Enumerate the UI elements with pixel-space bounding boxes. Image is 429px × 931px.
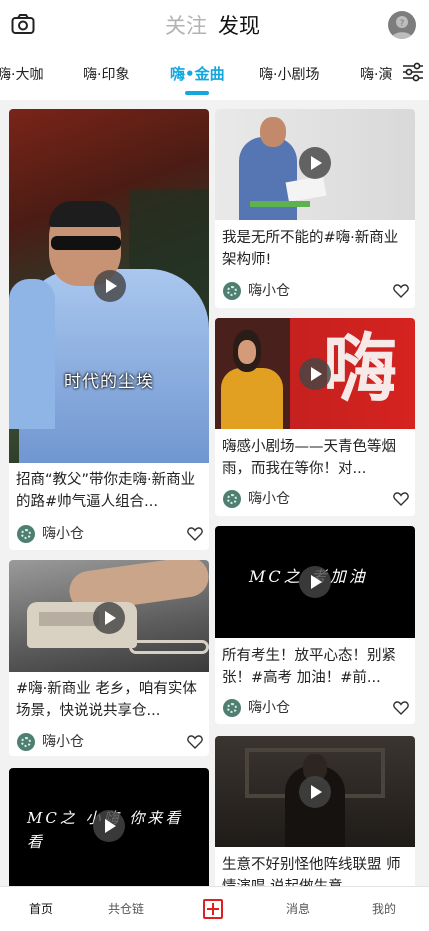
user-avatar-icon[interactable]: ? [388, 11, 416, 39]
author-avatar[interactable] [17, 525, 35, 543]
tab-discover[interactable]: 发现 [218, 13, 260, 39]
heart-icon[interactable] [187, 735, 203, 749]
svg-text:?: ? [400, 19, 405, 29]
author-avatar[interactable] [223, 490, 241, 508]
heart-icon[interactable] [187, 527, 203, 541]
play-icon[interactable] [299, 358, 331, 390]
category-tabs: 嗨·大咖 嗨·印象 嗨•金曲 嗨·小剧场 嗨·演 [0, 52, 429, 100]
video-title: 我是无所不能的#嗨·新商业 架构师! [222, 230, 399, 268]
play-icon[interactable] [299, 147, 331, 179]
heart-icon[interactable] [393, 492, 409, 506]
category-tab-yinxiang[interactable]: 嗨·印象 [83, 66, 129, 84]
video-title: 生意不好别怪他阵线联盟 师情演唱 说起做生意 [222, 857, 401, 886]
video-card[interactable]: 嗨 嗨感小剧场——天青色等烟雨，而我在等你！对... 嗨小仓 [215, 318, 415, 516]
video-thumbnail[interactable]: 嗨 [215, 318, 415, 429]
play-icon[interactable] [93, 810, 125, 842]
tab-follow[interactable]: 关注 [165, 13, 207, 39]
video-thumbnail[interactable] [9, 560, 209, 672]
video-caption: 时代的尘埃 [64, 372, 154, 392]
video-card[interactable]: 我是无所不能的#嗨·新商业 架构师! 嗨小仓 [215, 109, 415, 308]
nav-home[interactable]: 首页 [29, 901, 53, 917]
video-caption: 嗨 [323, 326, 397, 412]
author-avatar[interactable] [17, 733, 35, 751]
category-tab-yan[interactable]: 嗨·演 [360, 66, 392, 84]
nav-shared-warehouse[interactable]: 共仓链 [108, 901, 144, 917]
video-title: 招商“教父”带你走嗨·新商业的路#帅气逼人组合... [16, 472, 196, 510]
author-name[interactable]: 嗨小仓 [42, 525, 84, 543]
author-avatar[interactable] [223, 699, 241, 717]
play-icon[interactable] [94, 270, 126, 302]
play-icon[interactable] [299, 776, 331, 808]
nav-messages[interactable]: 消息 [286, 901, 310, 917]
author-name[interactable]: 嗨小仓 [248, 699, 290, 717]
active-tab-indicator [185, 91, 209, 95]
video-thumbnail[interactable] [215, 736, 415, 847]
heart-icon[interactable] [393, 284, 409, 298]
video-thumbnail[interactable] [215, 109, 415, 220]
category-tab-jinqu[interactable]: 嗨•金曲 [170, 65, 225, 83]
category-tab-daka[interactable]: 嗨·大咖 [0, 66, 43, 84]
video-card[interactable]: 生意不好别怪他阵线联盟 师情演唱 说起做生意 [215, 736, 415, 886]
video-card[interactable]: MC之 考加油 所有考生！放平心态！别紧张！#高考 加油！#前... 嗨小仓 [215, 526, 415, 724]
author-name[interactable]: 嗨小仓 [42, 733, 84, 751]
play-icon[interactable] [93, 602, 125, 634]
video-thumbnail[interactable]: MC之 小嗨 你来看看 [9, 768, 209, 886]
heart-icon[interactable] [393, 701, 409, 715]
author-name[interactable]: 嗨小仓 [248, 282, 290, 300]
bottom-navigation: 首页 共仓链 消息 我的 [0, 886, 429, 931]
video-card[interactable]: #嗨·新商业 老乡，咱有实体场景，快说说共享仓... 嗨小仓 [9, 560, 209, 756]
play-icon[interactable] [299, 566, 331, 598]
video-feed: 时代的尘埃 招商“教父”带你走嗨·新商业的路#帅气逼人组合... 嗨小仓 我是无… [0, 100, 429, 886]
video-thumbnail[interactable]: MC之 考加油 [215, 526, 415, 638]
author-name[interactable]: 嗨小仓 [248, 490, 290, 508]
filter-sliders-icon[interactable] [402, 62, 424, 82]
top-header: 关注 发现 ? [0, 0, 429, 52]
nav-profile[interactable]: 我的 [372, 901, 396, 917]
discover-screen: 关注 发现 ? 嗨·大咖 嗨·印象 嗨•金曲 嗨·小剧场 嗨·演 时代的尘埃 招… [0, 0, 429, 931]
video-card[interactable]: 时代的尘埃 招商“教父”带你走嗨·新商业的路#帅气逼人组合... 嗨小仓 [9, 109, 209, 550]
category-tab-xiaojuchang[interactable]: 嗨·小剧场 [259, 66, 319, 84]
add-post-icon[interactable] [203, 899, 223, 919]
video-title: 所有考生！放平心态！别紧张！#高考 加油！#前... [222, 648, 396, 686]
camera-icon[interactable] [11, 13, 35, 35]
video-card[interactable]: MC之 小嗨 你来看看 [9, 768, 209, 886]
video-title: 嗨感小剧场——天青色等烟雨，而我在等你！对... [222, 439, 396, 477]
video-title: #嗨·新商业 老乡，咱有实体场景，快说说共享仓... [16, 681, 197, 719]
author-avatar[interactable] [223, 282, 241, 300]
video-thumbnail[interactable]: 时代的尘埃 [9, 109, 209, 463]
